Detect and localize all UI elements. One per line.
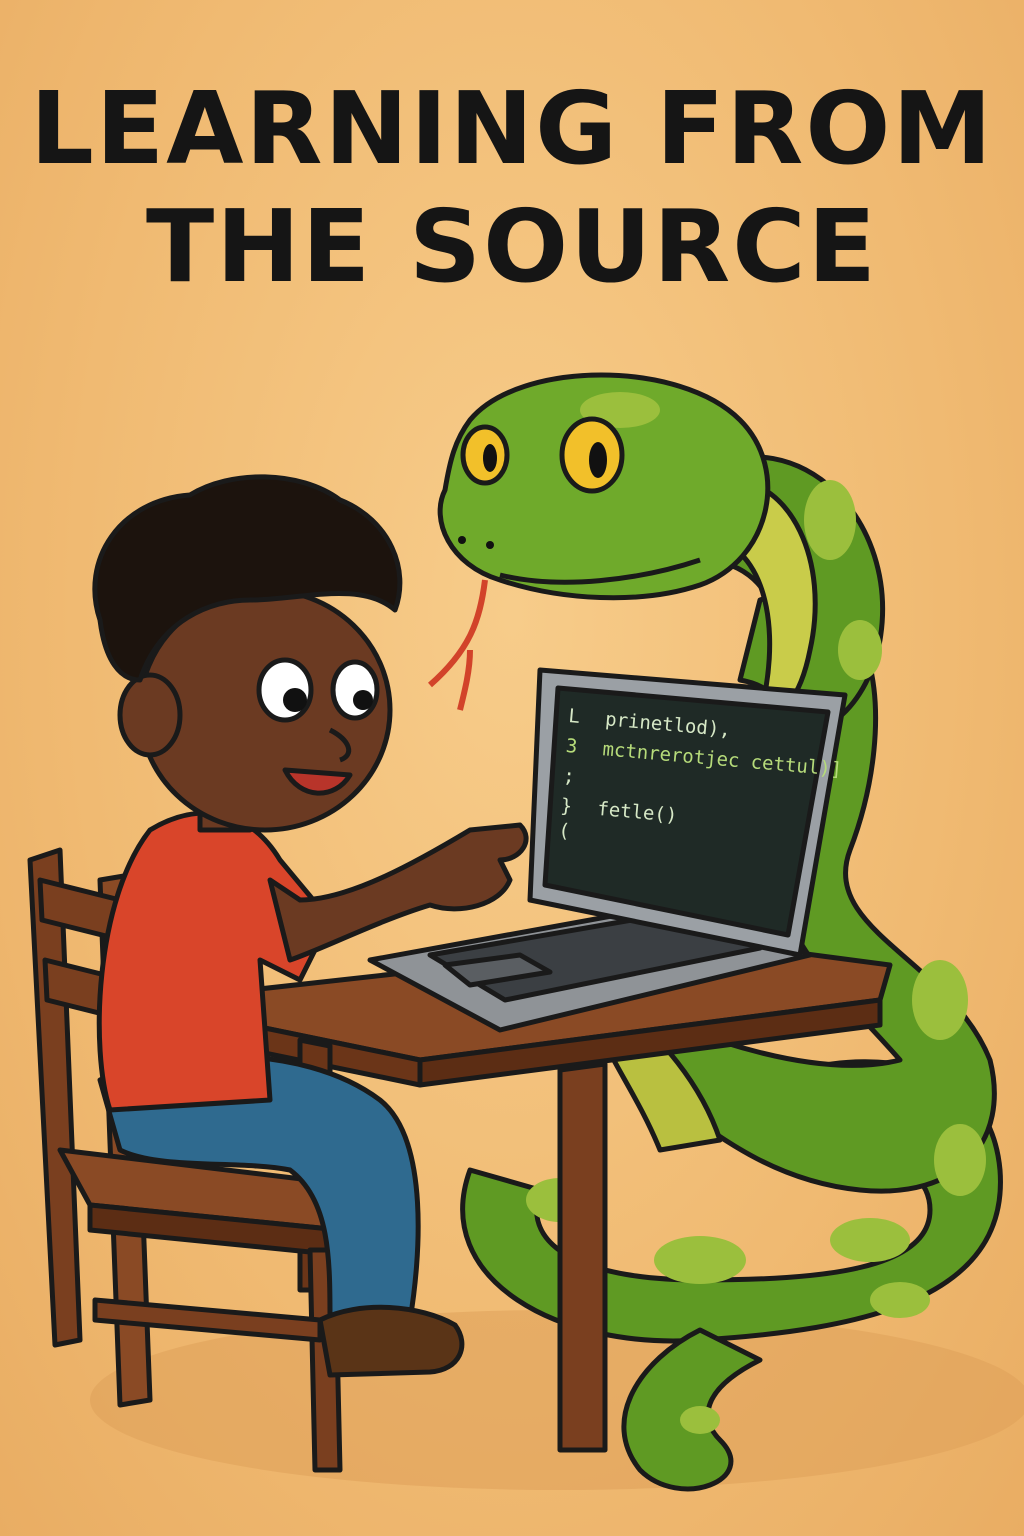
code-gutter: ; bbox=[562, 765, 575, 788]
code-gutter: ( bbox=[558, 820, 571, 843]
poster-title: LEARNING FROM THE SOURCE bbox=[0, 70, 1024, 306]
boy-ear bbox=[117, 672, 183, 758]
code-gutter: 3 bbox=[565, 735, 578, 758]
boy-eye-left bbox=[256, 657, 314, 723]
svg-text:(: ( bbox=[558, 820, 571, 843]
code-gutter: } bbox=[560, 795, 573, 818]
table-leg-front bbox=[557, 1061, 608, 1453]
code-gutter: L bbox=[568, 705, 581, 728]
svg-text:;: ; bbox=[562, 765, 575, 788]
floor-shadow bbox=[90, 1310, 1024, 1490]
boy-shoe bbox=[317, 1304, 465, 1378]
title-line-1: LEARNING FROM bbox=[30, 70, 994, 187]
poster: L prinetlod), 3 mctnrerotjec cettul)] ; … bbox=[0, 0, 1024, 1536]
boy-eye-right bbox=[330, 659, 380, 721]
title-line-2: THE SOURCE bbox=[146, 188, 878, 305]
snake-tongue bbox=[428, 579, 488, 711]
